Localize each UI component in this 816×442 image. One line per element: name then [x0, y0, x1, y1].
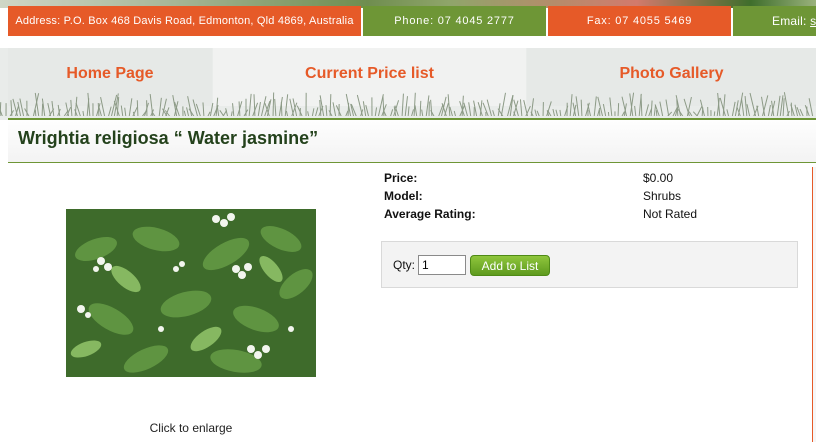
qty-label: Qty: [393, 258, 416, 272]
add-to-list-button[interactable]: Add to List [470, 255, 550, 276]
model-label: Model: [384, 189, 423, 203]
contact-fax: Fax: 07 4055 5469 [548, 6, 731, 36]
email-label: Email: [772, 14, 807, 28]
product-title: Wrightia religiosa “ Water jasmine” [18, 128, 319, 148]
qty-input[interactable] [418, 255, 466, 275]
image-caption[interactable]: Click to enlarge [66, 421, 316, 435]
rating-value: Not Rated [643, 207, 698, 221]
model-value: Shrubs [643, 189, 682, 203]
product-header: Wrightia religiosa “ Water jasmine” [8, 120, 816, 163]
contact-phone: Phone: 07 4045 2777 [363, 6, 546, 36]
right-sidebar-edge [812, 167, 816, 442]
product-image[interactable] [66, 209, 316, 377]
rating-label: Average Rating: [384, 207, 476, 221]
grass-decoration [0, 92, 816, 120]
contact-bar: Address: P.O. Box 468 Davis Road, Edmont… [8, 6, 816, 36]
contact-address: Address: P.O. Box 468 Davis Road, Edmont… [8, 6, 361, 36]
main-navigation: Home Page Current Price list Photo Galle… [0, 48, 816, 120]
email-link[interactable]: sa [810, 14, 816, 28]
price-value: $0.00 [643, 171, 674, 185]
jasmine-photo [66, 209, 316, 377]
contact-email: Email: sa [733, 6, 816, 36]
add-to-list-panel: Qty: Add to List [381, 241, 798, 288]
price-label: Price: [384, 171, 418, 185]
